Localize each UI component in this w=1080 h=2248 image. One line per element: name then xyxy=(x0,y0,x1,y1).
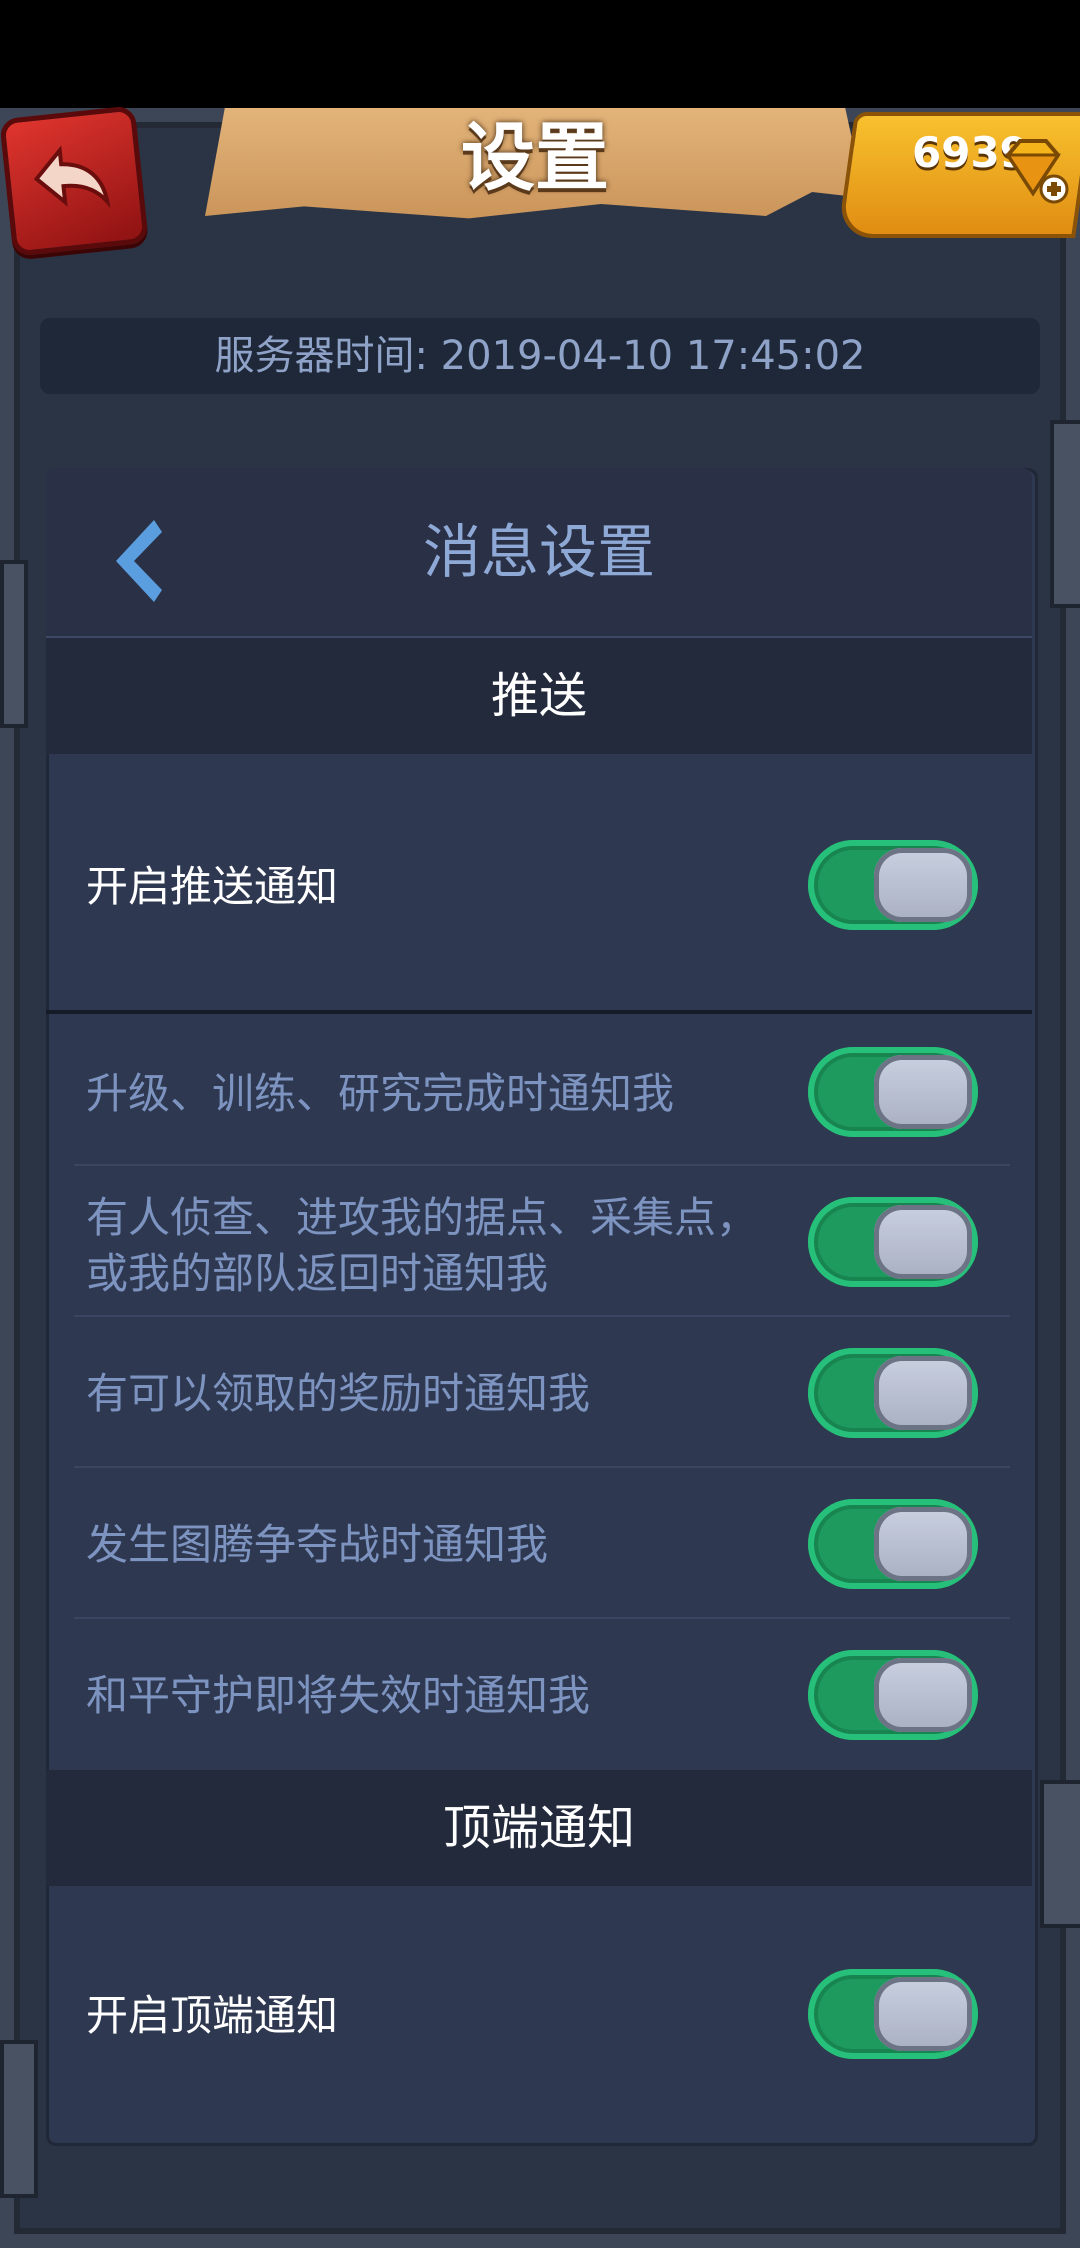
push-master-toggle[interactable] xyxy=(808,840,978,930)
toggle-knob xyxy=(874,848,972,922)
back-arrow-icon xyxy=(33,145,111,209)
top-master-toggle[interactable] xyxy=(808,1969,978,2059)
back-button[interactable] xyxy=(0,105,149,257)
toggle-knob xyxy=(874,1356,972,1430)
frame-rock xyxy=(0,560,28,728)
push-item-label: 有可以领取的奖励时通知我 xyxy=(86,1369,591,1418)
push-item-label: 升级、训练、研究完成时通知我 xyxy=(86,1069,675,1118)
push-item-toggle[interactable] xyxy=(808,1047,978,1137)
section-header-push: 推送 xyxy=(46,638,1032,754)
section-header-top: 顶端通知 xyxy=(46,1770,1032,1886)
frame-rock xyxy=(1050,420,1080,608)
row-divider xyxy=(74,1164,1010,1166)
frame-rock xyxy=(0,2040,38,2198)
top-master-label: 开启顶端通知 xyxy=(86,1991,339,2040)
toggle-knob xyxy=(874,1507,972,1581)
frame-rock xyxy=(1040,1780,1080,1928)
row-divider xyxy=(74,1617,1010,1619)
push-item-toggle[interactable] xyxy=(808,1348,978,1438)
panel-title: 消息设置 xyxy=(422,518,655,586)
toggle-knob xyxy=(874,1658,972,1732)
toggle-knob xyxy=(874,1055,972,1129)
push-item-label: 有人侦查、进攻我的据点、采集点， xyxy=(86,1193,759,1242)
chevron-left-icon xyxy=(116,520,162,602)
push-master-label: 开启推送通知 xyxy=(86,862,339,911)
page-title: 设置 xyxy=(461,115,609,201)
push-item-label-line2: 或我的部队返回时通知我 xyxy=(86,1249,549,1298)
row-divider xyxy=(74,1466,1010,1468)
push-item-toggle[interactable] xyxy=(808,1197,978,1287)
push-item-label: 和平守护即将失效时通知我 xyxy=(86,1671,591,1720)
section-divider xyxy=(46,1010,1032,1014)
server-time: 服务器时间: 2019-04-10 17:45:02 xyxy=(214,333,866,379)
row-divider xyxy=(74,1315,1010,1317)
push-item-toggle[interactable] xyxy=(808,1650,978,1740)
push-item-label: 发生图腾争夺战时通知我 xyxy=(86,1520,549,1569)
diamond-plus-icon[interactable] xyxy=(1000,135,1070,205)
push-item-toggle[interactable] xyxy=(808,1499,978,1589)
toggle-knob xyxy=(874,1205,972,1279)
toggle-knob xyxy=(874,1977,972,2051)
